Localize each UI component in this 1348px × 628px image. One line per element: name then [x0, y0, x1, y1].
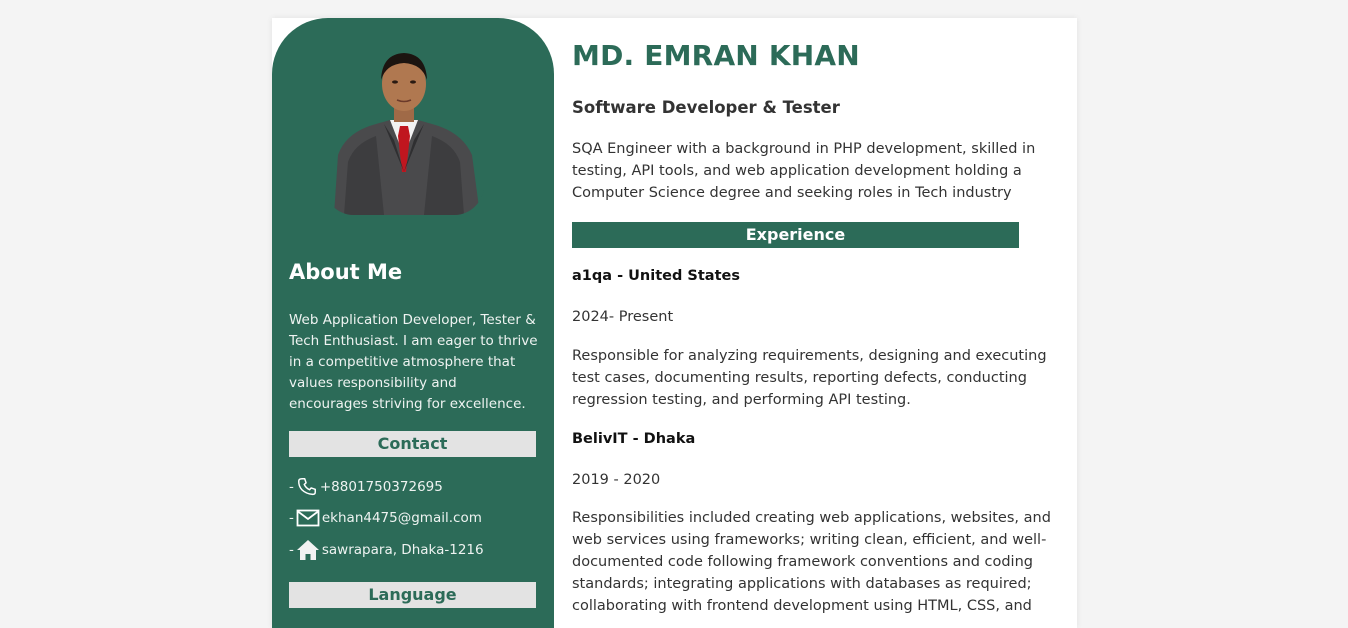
candidate-name: MD. EMRAN KHAN — [572, 39, 860, 72]
contact-phone[interactable]: - +8801750372695 — [289, 475, 443, 499]
contact-email[interactable]: - ekhan4475@gmail.com — [289, 506, 482, 530]
contact-address: - sawrapara, Dhaka-1216 — [289, 538, 484, 562]
mail-icon — [296, 509, 320, 527]
profile-photo-image — [324, 40, 484, 215]
email-address: ekhan4475@gmail.com — [321, 510, 482, 526]
home-icon — [296, 540, 319, 560]
job-description: Responsibilities included creating web a… — [572, 510, 1051, 614]
phone-icon — [297, 478, 316, 496]
sidebar: About Me Web Application Developer, Test… — [272, 18, 554, 628]
experience-heading: Experience — [572, 222, 1019, 248]
profile-photo — [324, 40, 484, 215]
about-me-text: Web Application Developer, Tester & Tech… — [289, 312, 538, 412]
job-title: BelivIT - Dhaka — [572, 431, 696, 447]
candidate-role: Software Developer & Tester — [572, 98, 840, 117]
job-title: a1qa - United States — [572, 268, 740, 284]
about-me-heading: About Me — [289, 260, 403, 284]
job-description: Responsible for analyzing requirements, … — [572, 348, 1047, 408]
profile-summary: SQA Engineer with a background in PHP de… — [572, 141, 1036, 201]
job-period: 2019 - 2020 — [572, 472, 661, 488]
resume-page: About Me Web Application Developer, Test… — [272, 18, 1077, 628]
job-period: 2024- Present — [572, 309, 674, 325]
language-heading: Language — [289, 582, 536, 608]
contact-heading: Contact — [289, 431, 536, 457]
address-text: sawrapara, Dhaka-1216 — [321, 542, 484, 558]
phone-number: +8801750372695 — [319, 479, 443, 495]
